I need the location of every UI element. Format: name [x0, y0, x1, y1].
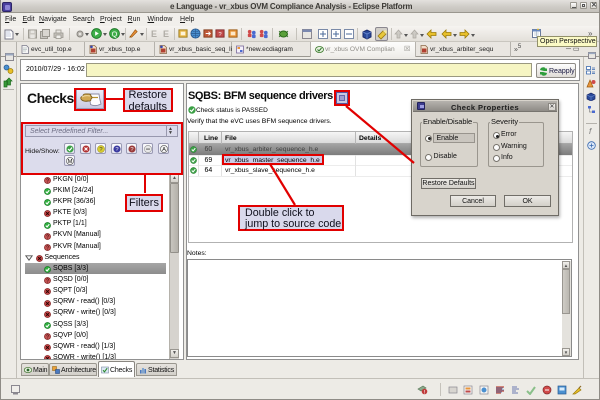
svg-text:?: ? — [46, 178, 49, 184]
svg-text:Q: Q — [112, 29, 118, 38]
svg-text:?: ? — [46, 279, 49, 285]
svg-text:?: ? — [46, 234, 49, 240]
svg-text:?: ? — [46, 334, 49, 340]
svg-text:?: ? — [46, 245, 49, 251]
